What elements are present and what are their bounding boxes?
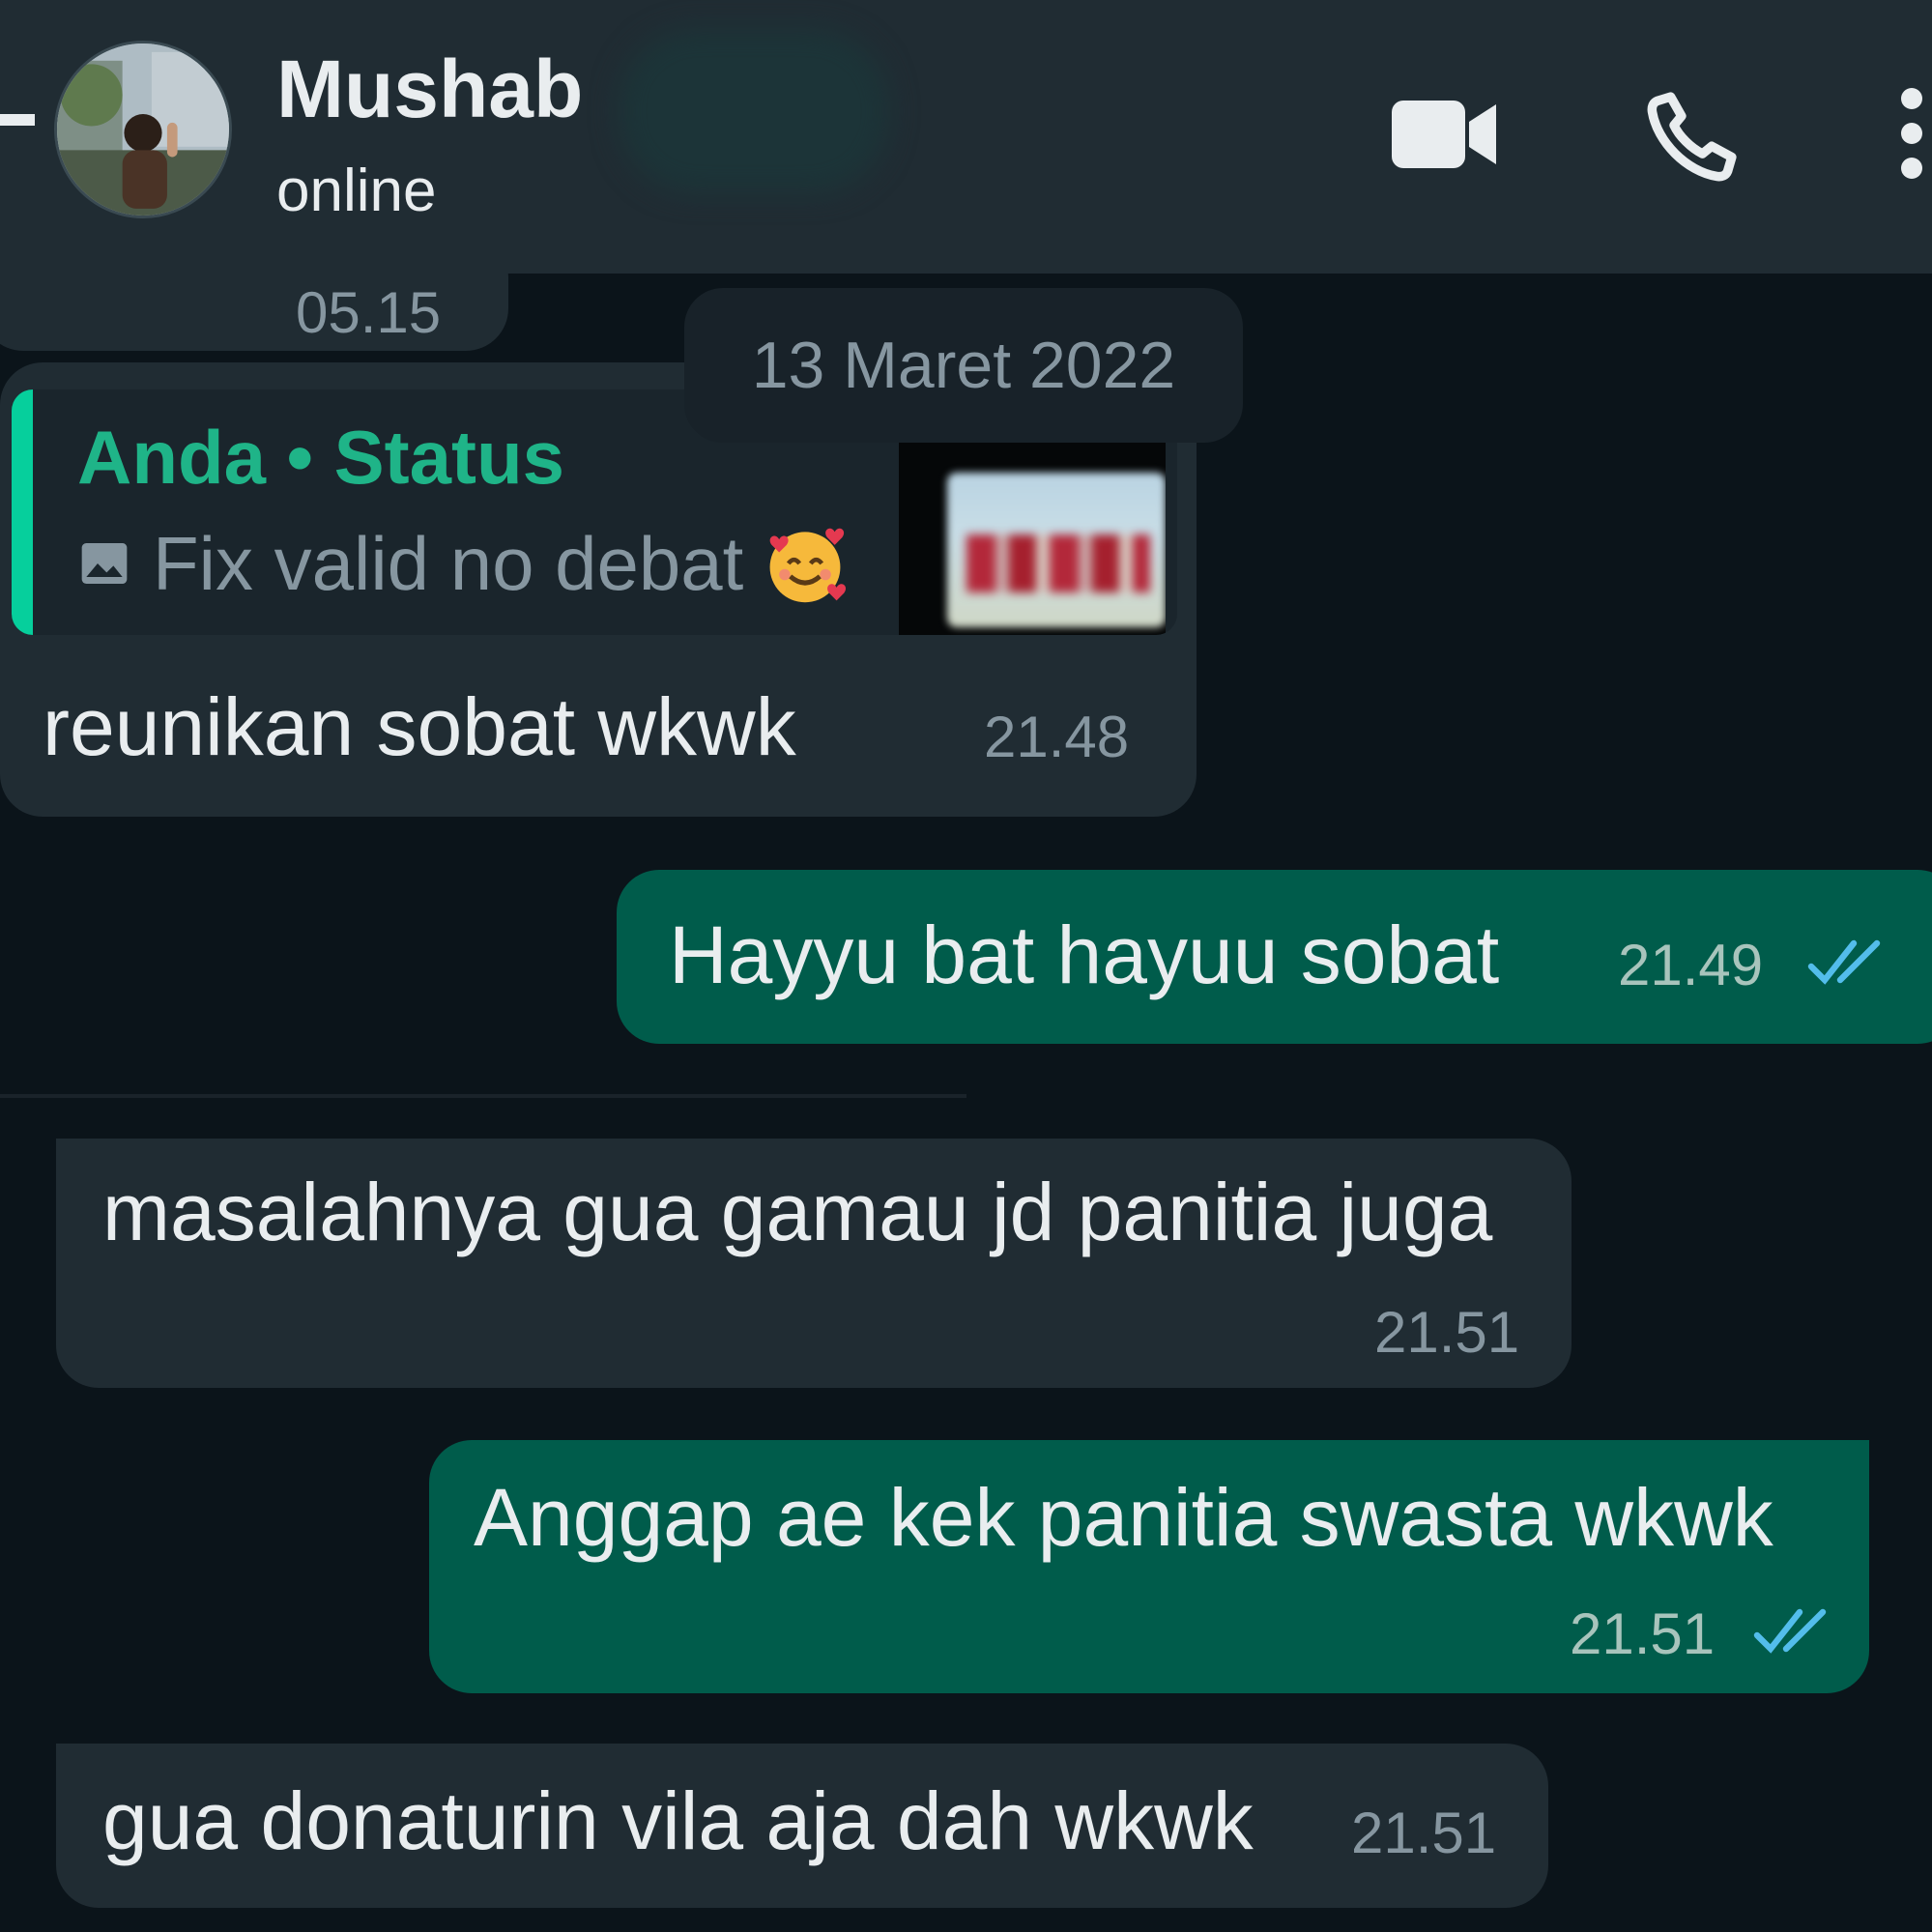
message-time: 21.51 bbox=[1374, 1300, 1520, 1365]
back-arrow-icon[interactable] bbox=[0, 114, 35, 126]
incoming-message-bubble[interactable]: gua donaturin vila aja dah wkwk 21.51 bbox=[56, 1744, 1548, 1908]
redacted-name-blur bbox=[619, 29, 889, 193]
contact-name[interactable]: Mushab bbox=[276, 41, 583, 137]
message-time: 21.48 bbox=[984, 705, 1130, 769]
message-text: Anggap ae kek panitia swasta wkwk bbox=[474, 1472, 1773, 1563]
more-options-icon[interactable] bbox=[1892, 85, 1931, 182]
video-call-icon[interactable] bbox=[1392, 93, 1500, 176]
outgoing-message-bubble[interactable]: Anggap ae kek panitia swasta wkwk 21.51 bbox=[429, 1440, 1869, 1693]
quote-author: Anda • Status bbox=[77, 415, 565, 500]
chat-header: Mushab online bbox=[0, 0, 1932, 274]
quote-text: Fix valid no debat bbox=[153, 521, 744, 606]
smiling-face-with-hearts-emoji bbox=[769, 528, 847, 603]
read-ticks-icon bbox=[1753, 1608, 1827, 1654]
quote-text-line: Fix valid no debat bbox=[77, 519, 850, 608]
incoming-message-bubble[interactable]: masalahnya gua gamau jd panitia juga 21.… bbox=[56, 1139, 1572, 1388]
message-time: 21.51 bbox=[1570, 1601, 1716, 1666]
message-time: 21.49 bbox=[1618, 933, 1764, 997]
chat-screen: Mushab online 05.15 13 Maret 2022 Anda •… bbox=[0, 0, 1932, 1932]
voice-call-icon[interactable] bbox=[1643, 85, 1744, 186]
read-ticks-icon bbox=[1807, 939, 1881, 985]
thumbnail-blur bbox=[966, 534, 1150, 592]
divider bbox=[0, 1094, 966, 1098]
outgoing-message-bubble[interactable]: Hayyu bat hayuu sobat 21.49 bbox=[617, 870, 1932, 1044]
message-list[interactable]: 05.15 13 Maret 2022 Anda • Status Fix va… bbox=[0, 235, 1932, 1932]
message-time: 21.51 bbox=[1351, 1801, 1497, 1865]
contact-status: online bbox=[276, 158, 437, 224]
quote-accent-bar bbox=[12, 389, 33, 635]
message-text: reunikan sobat wkwk bbox=[43, 681, 796, 772]
avatar[interactable] bbox=[54, 41, 232, 218]
message-text: masalahnya gua gamau jd panitia juga bbox=[102, 1167, 1493, 1257]
date-separator: 13 Maret 2022 bbox=[684, 288, 1243, 443]
message-text: gua donaturin vila aja dah wkwk bbox=[102, 1775, 1254, 1866]
photo-icon bbox=[81, 543, 128, 584]
message-text: Hayyu bat hayuu sobat bbox=[669, 909, 1500, 1000]
message-time: 05.15 bbox=[296, 280, 442, 345]
avatar-photo bbox=[57, 43, 229, 216]
